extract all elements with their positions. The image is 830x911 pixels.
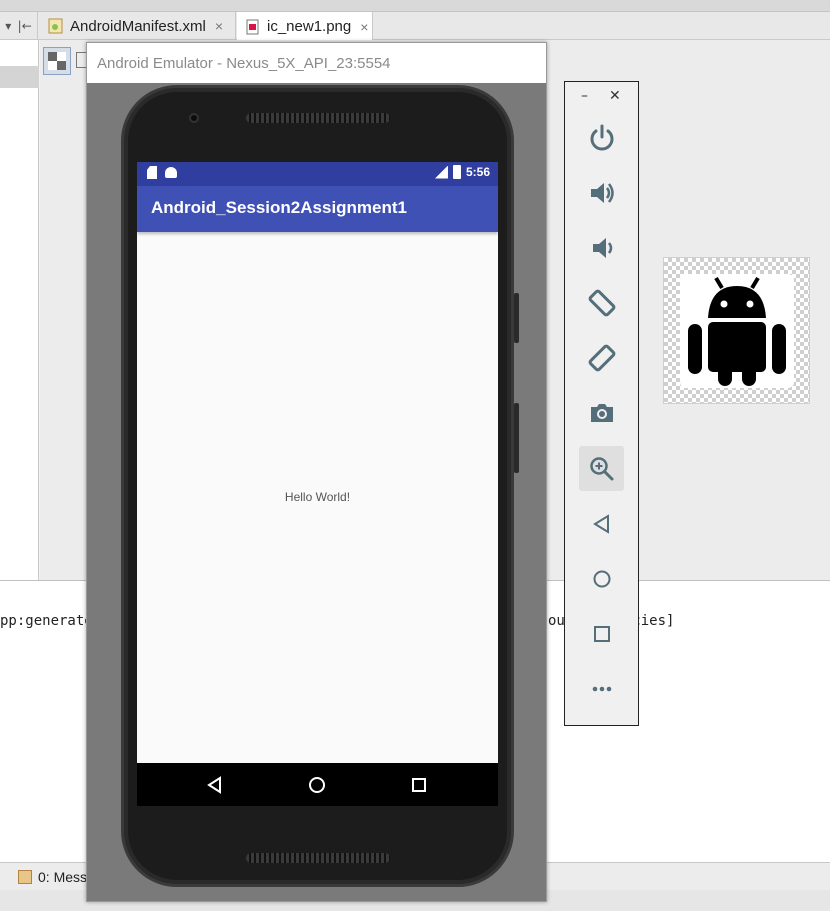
app-title: Android_Session2Assignment1 [151,198,408,217]
front-camera [189,113,199,123]
camera-icon [590,403,613,422]
tab-label: ic_new1.png [267,18,352,35]
rotate-right-button[interactable] [579,335,624,380]
back-icon [592,513,609,534]
selected-tree-row[interactable] [0,66,39,88]
project-panel [0,40,39,580]
android-robot-icon [680,274,794,388]
rotate-left-icon [588,289,615,316]
rotate-left-button[interactable] [579,280,624,325]
volume-up-button[interactable] [579,170,624,215]
hide-panel-icon[interactable]: |← [18,19,32,33]
more-icon [592,686,611,691]
messages-tool-button[interactable]: 0: Messa [18,869,95,885]
image-preview [663,257,810,404]
hello-world-text: Hello World! [284,490,351,504]
nav-overview-icon[interactable] [409,775,429,795]
power-button[interactable] [579,115,624,160]
tab-android-manifest[interactable]: AndroidManifest.xml × [40,12,236,40]
app-bar: Android_Session2Assignment1 [137,186,498,232]
back-button[interactable] [579,501,624,546]
image-file-icon [245,19,261,35]
zoom-button[interactable] [579,446,624,491]
emulator-toolbar: – ✕ [564,81,639,726]
android-notification-icon [165,167,177,178]
left-mini-toolbar: ▾ |← [0,12,38,40]
android-status-bar: 5:56 [137,162,498,186]
close-tab-icon[interactable]: × [360,19,368,35]
zoom-icon [589,456,613,480]
emulator-window: Android Emulator - Nexus_5X_API_23:5554 … [86,42,547,902]
emulator-title: Android Emulator - Nexus_5X_API_23:5554 [87,43,546,83]
rotate-right-icon [588,344,615,371]
android-nav-bar [137,763,498,806]
messages-icon [18,870,32,884]
minimize-icon[interactable]: – [581,88,588,104]
power-icon [590,124,613,150]
ide-top-bar [0,0,830,12]
top-speaker [246,113,390,123]
device-screen[interactable]: 5:56 Android_Session2Assignment1 Hello W… [137,162,498,806]
signal-icon [434,165,448,179]
volume-up-icon [590,182,614,203]
bottom-speaker [246,853,390,863]
battery-icon [452,165,461,179]
sd-card-icon [147,166,157,179]
overview-icon [593,625,610,642]
home-icon [593,570,610,587]
nav-home-icon[interactable] [307,775,327,795]
tab-ic-new1-png[interactable]: ic_new1.png × [237,12,373,41]
collapse-icon[interactable]: ▾ [5,19,11,33]
volume-down-button[interactable] [579,225,624,270]
chessboard-toggle-icon[interactable] [43,47,71,75]
tab-label: AndroidManifest.xml [70,17,206,35]
side-button-volume [514,403,519,473]
device-frame: 5:56 Android_Session2Assignment1 Hello W… [121,85,519,887]
close-tab-icon[interactable]: × [215,18,223,34]
xml-file-icon [48,18,64,34]
more-button[interactable] [579,666,624,711]
nav-back-icon[interactable] [205,775,225,795]
home-button[interactable] [579,556,624,601]
screenshot-button[interactable] [579,390,624,435]
close-icon[interactable]: ✕ [609,88,621,104]
overview-button[interactable] [579,611,624,656]
status-time: 5:56 [465,165,490,179]
side-button-power [514,293,519,343]
editor-tab-bar: ▾ |← AndroidManifest.xml × ic_new1.png × [0,12,830,41]
volume-down-icon [592,237,612,258]
